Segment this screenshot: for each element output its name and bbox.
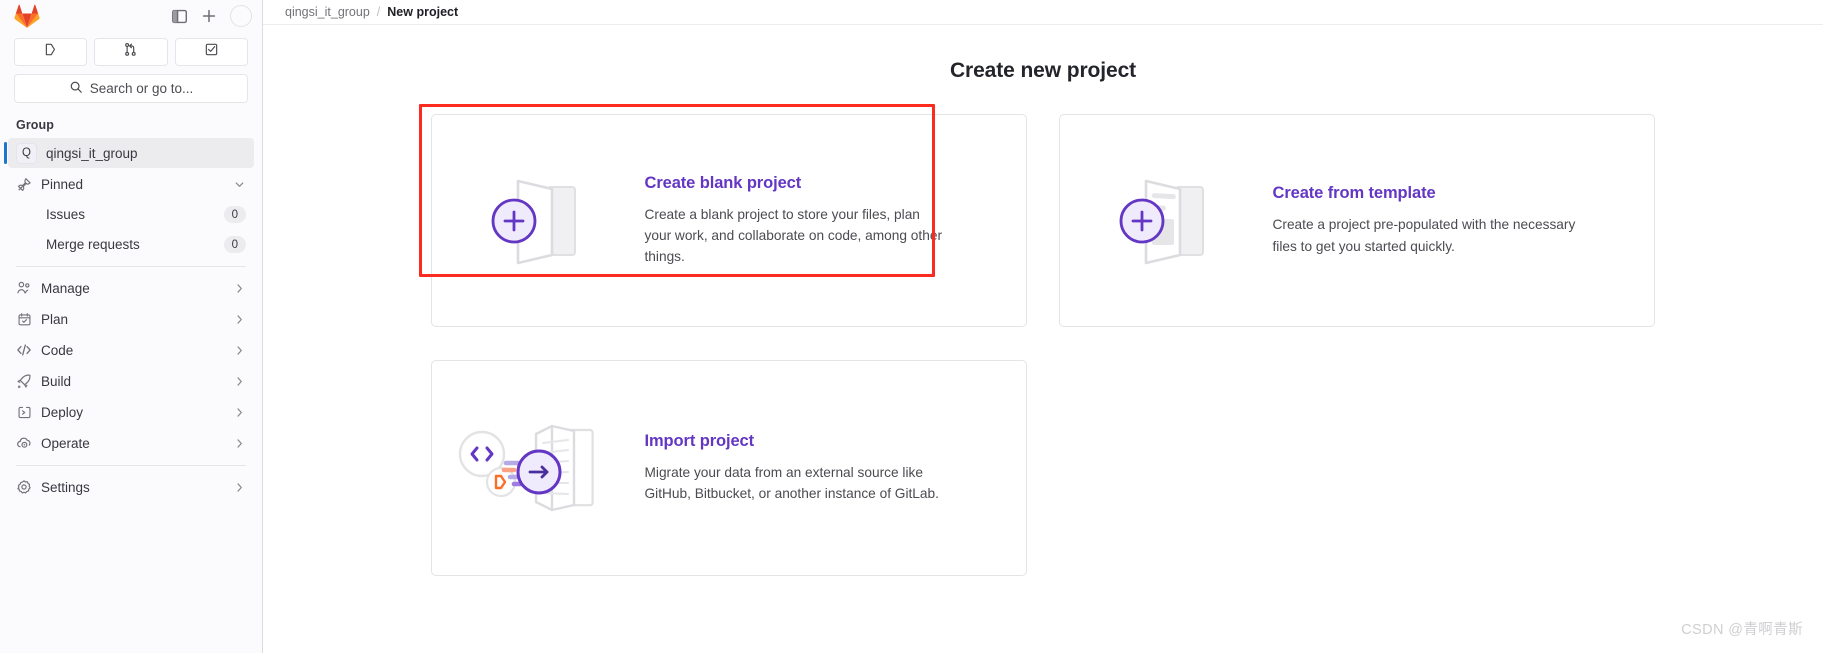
create-blank-project-body: Create blank project Create a blank proj… [645, 174, 1026, 268]
sidebar-item-code[interactable]: Code [8, 335, 254, 365]
import-project-icon [432, 361, 645, 575]
breadcrumb-separator: / [376, 5, 381, 19]
sidebar-section-title: Group [16, 118, 54, 132]
sidebar-item-operate[interactable]: Operate [8, 428, 254, 458]
create-blank-project-description: Create a blank project to store your fil… [644, 206, 943, 265]
sidebar-quick-actions [0, 32, 262, 66]
import-project-body: Import project Migrate your data from an… [645, 432, 1026, 504]
plus-icon[interactable] [196, 3, 222, 29]
gitlab-app-window: Search or go to... Group Q qingsi_it_gro… [0, 0, 1823, 653]
sidebar-divider-top [16, 266, 246, 267]
sidebar-item-group[interactable]: Q qingsi_it_group [4, 138, 254, 168]
sidebar-item-label-pinned: Pinned [41, 176, 84, 192]
sidebar-item-label-issues: Issues [46, 207, 86, 222]
import-project-card[interactable]: Import project Migrate your data from an… [430, 360, 1027, 576]
cloud-gear-icon [16, 435, 32, 451]
users-icon [16, 280, 32, 296]
sidebar-divider-bottom [16, 465, 246, 466]
gitlab-logo-icon[interactable] [14, 4, 40, 28]
sidebar-header [0, 0, 262, 32]
deploy-icon [16, 404, 32, 420]
blank-project-icon [432, 115, 645, 326]
import-project-description: Migrate your data from an external sourc… [644, 464, 939, 501]
breadcrumb-current: New project [387, 5, 459, 19]
chevron-down-icon [233, 178, 246, 191]
create-blank-project-card[interactable]: Create blank project Create a blank proj… [430, 114, 1027, 327]
todos-shortcut[interactable] [174, 38, 248, 66]
main-content: qingsi_it_group / New project Create new… [263, 0, 1823, 653]
sidebar-item-settings[interactable]: Settings [8, 472, 254, 502]
create-from-template-card[interactable]: Create from template Create a project pr… [1058, 114, 1655, 327]
issues-shortcut[interactable] [14, 38, 88, 66]
chevron-right-icon [233, 282, 246, 295]
create-blank-project-title: Create blank project [644, 173, 802, 192]
chevron-right-icon [233, 437, 246, 450]
import-project-title: Import project [644, 431, 755, 450]
chevron-right-icon [233, 375, 246, 388]
sidebar-item-issues[interactable]: Issues 0 [8, 200, 254, 229]
page-content: Create new project Create blank project … [263, 25, 1823, 653]
merge-request-icon [123, 42, 138, 62]
page-title: Create new project [949, 59, 1137, 82]
sidebar-item-pinned[interactable]: Pinned [8, 169, 254, 199]
sidebar-nav: Group Q qingsi_it_group Pinned Issues 0 … [0, 103, 262, 653]
gear-icon [16, 479, 32, 495]
issues-count-badge: 0 [223, 206, 246, 223]
sidebar-item-label-settings: Settings [41, 479, 90, 495]
template-project-icon [1060, 115, 1273, 326]
todo-check-icon [204, 42, 219, 62]
sidebar-item-label-operate: Operate [41, 435, 90, 451]
search-icon [69, 80, 83, 97]
group-avatar: Q [16, 142, 37, 164]
sidebar-item-label-deploy: Deploy [41, 404, 84, 420]
chevron-right-icon [233, 313, 246, 326]
calendar-icon [16, 311, 32, 327]
breadcrumb: qingsi_it_group / New project [263, 0, 1823, 25]
merge-requests-shortcut[interactable] [94, 38, 168, 66]
sidebar-item-label-code: Code [41, 342, 74, 358]
chevron-right-icon [233, 406, 246, 419]
sidebar-item-label-merge-requests: Merge requests [46, 237, 140, 252]
sidebar-item-deploy[interactable]: Deploy [8, 397, 254, 427]
pin-icon [16, 176, 32, 192]
sidebar-item-label-build: Build [41, 373, 72, 389]
search-input[interactable]: Search or go to... [14, 74, 248, 103]
create-from-template-body: Create from template Create a project pr… [1273, 184, 1654, 256]
watermark: CSDN @青啊青斯 [1681, 622, 1803, 638]
sidebar-item-label-plan: Plan [41, 311, 69, 327]
sidebar-item-merge-requests[interactable]: Merge requests 0 [8, 230, 254, 259]
sidebar: Search or go to... Group Q qingsi_it_gro… [0, 0, 263, 653]
cards-row-2: Import project Migrate your data from an… [430, 360, 1656, 576]
rocket-icon [16, 373, 32, 389]
sidebar-item-build[interactable]: Build [8, 366, 254, 396]
breadcrumb-group-link[interactable]: qingsi_it_group [285, 5, 370, 19]
user-avatar-icon[interactable] [230, 5, 252, 27]
sidebar-item-label-manage: Manage [41, 280, 90, 296]
code-icon [16, 342, 32, 358]
chevron-right-icon [233, 344, 246, 357]
create-from-template-title: Create from template [1272, 184, 1436, 203]
issues-icon [43, 42, 58, 62]
sidebar-item-label-group: qingsi_it_group [46, 145, 138, 161]
create-from-template-description: Create a project pre-populated with the … [1272, 217, 1576, 254]
search-placeholder-label: Search or go to... [89, 81, 194, 96]
sidebar-item-manage[interactable]: Manage [8, 273, 254, 303]
merge-requests-count-badge: 0 [223, 236, 246, 253]
sidebar-item-plan[interactable]: Plan [8, 304, 254, 334]
project-type-cards: Create blank project Create a blank proj… [418, 104, 1656, 576]
sidebar-toggle-icon[interactable] [166, 3, 192, 29]
chevron-right-icon [233, 481, 246, 494]
